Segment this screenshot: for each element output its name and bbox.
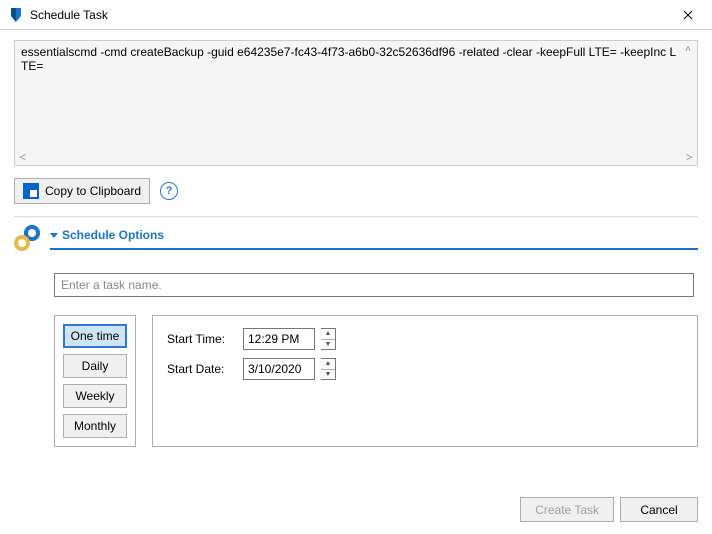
cancel-button[interactable]: Cancel <box>620 497 698 522</box>
task-name-input[interactable] <box>54 273 694 297</box>
copy-to-clipboard-button[interactable]: Copy to Clipboard <box>14 178 150 204</box>
command-text: essentialscmd -cmd createBackup -guid e6… <box>15 41 697 149</box>
spin-up-icon[interactable]: ▲ <box>321 359 335 370</box>
start-time-input[interactable]: 12:29 PM <box>243 328 315 350</box>
close-button[interactable] <box>672 0 704 30</box>
start-date-label: Start Date: <box>167 362 237 376</box>
frequency-panel: One time Daily Weekly Monthly <box>54 315 136 447</box>
window-title: Schedule Task <box>30 8 672 22</box>
gears-icon <box>14 225 42 253</box>
start-date-spinner[interactable]: ▲▼ <box>321 358 336 380</box>
separator <box>14 216 698 217</box>
frequency-weekly[interactable]: Weekly <box>63 384 127 408</box>
create-task-button[interactable]: Create Task <box>520 497 614 522</box>
schedule-options-header[interactable]: Schedule Options <box>14 225 698 253</box>
schedule-options-title: Schedule Options <box>62 228 164 242</box>
clipboard-icon <box>23 183 39 199</box>
horizontal-scrollbar[interactable]: < > <box>15 149 697 165</box>
collapse-caret-icon[interactable] <box>50 233 58 238</box>
frequency-daily[interactable]: Daily <box>63 354 127 378</box>
start-time-spinner[interactable]: ▲▼ <box>321 328 336 350</box>
copy-label: Copy to Clipboard <box>45 184 141 198</box>
spin-up-icon[interactable]: ▲ <box>321 329 335 340</box>
start-time-label: Start Time: <box>167 332 237 346</box>
spin-down-icon[interactable]: ▼ <box>321 340 335 350</box>
scroll-up-icon[interactable]: ˄ <box>681 43 695 57</box>
frequency-one-time[interactable]: One time <box>63 324 127 348</box>
scroll-right-icon[interactable]: > <box>686 150 693 164</box>
time-date-panel: Start Time: 12:29 PM ▲▼ Start Date: 3/10… <box>152 315 698 447</box>
start-date-input[interactable]: 3/10/2020 <box>243 358 315 380</box>
app-icon <box>8 7 24 23</box>
command-textarea[interactable]: essentialscmd -cmd createBackup -guid e6… <box>14 40 698 166</box>
frequency-monthly[interactable]: Monthly <box>63 414 127 438</box>
help-button[interactable]: ? <box>160 182 178 200</box>
scroll-left-icon[interactable]: < <box>19 150 26 164</box>
dialog-footer: Create Task Cancel <box>520 497 698 522</box>
title-bar: Schedule Task <box>0 0 712 30</box>
spin-down-icon[interactable]: ▼ <box>321 370 335 380</box>
